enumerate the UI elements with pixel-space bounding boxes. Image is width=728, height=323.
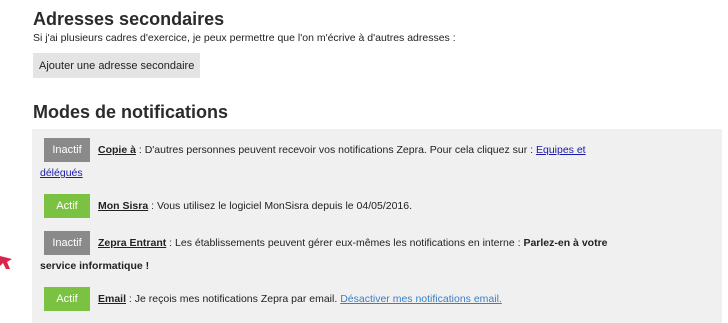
notification-description: : D'autres personnes peuvent recevoir vo… bbox=[135, 144, 536, 156]
status-badge[interactable]: Inactif bbox=[44, 138, 90, 163]
notifications-title: Modes de notifications bbox=[33, 102, 229, 122]
add-secondary-address-button[interactable]: Ajouter une adresse secondaire bbox=[33, 53, 201, 78]
arrow-icon bbox=[0, 256, 12, 269]
notification-name-email[interactable]: Email bbox=[98, 293, 126, 305]
status-badge[interactable]: Actif bbox=[44, 194, 90, 219]
notifications-section: Modes de notifications bbox=[33, 101, 723, 123]
notification-emphasis: Parlez-en à votre bbox=[523, 237, 608, 249]
notification-row-zepra-entrant: Inactif Zepra Entrant : Les établissement… bbox=[32, 230, 722, 275]
secondary-addresses-subtitle: Si j'ai plusieurs cadres d'exercice, je … bbox=[33, 32, 456, 44]
secondary-addresses-title: Adresses secondaires bbox=[33, 9, 225, 29]
status-badge[interactable]: Actif bbox=[44, 287, 90, 312]
status-badge[interactable]: Inactif bbox=[44, 231, 90, 256]
notifications-panel: Inactif Copie à : D'autres personnes peuv… bbox=[32, 129, 722, 323]
notification-name-zepra-entrant[interactable]: Zepra Entrant bbox=[98, 237, 166, 249]
notification-row-copie: Inactif Copie à : D'autres personnes peuv… bbox=[32, 137, 722, 182]
equipes-delegues-link-continued[interactable]: délégués bbox=[40, 167, 83, 179]
notification-name-copie[interactable]: Copie à bbox=[98, 144, 136, 156]
equipes-delegues-link[interactable]: Equipes et bbox=[536, 144, 586, 156]
notification-name-monsisra[interactable]: Mon Sisra bbox=[98, 200, 148, 212]
disable-email-notifications-link[interactable]: Désactiver mes notifications email. bbox=[340, 293, 502, 305]
secondary-addresses-section: Adresses secondaires Si j'ai plusieurs c… bbox=[33, 8, 723, 78]
notification-description: : Vous utilisez le logiciel MonSisra dep… bbox=[148, 200, 413, 212]
notification-row-email: Actif Email : Je reçois mes notifications… bbox=[32, 286, 722, 313]
notification-emphasis-continued: service informatique ! bbox=[40, 260, 150, 272]
notification-description: : Les établissements peuvent gérer eux-m… bbox=[166, 237, 524, 249]
notification-row-monsisra: Actif Mon Sisra : Vous utilisez le logici… bbox=[32, 193, 722, 220]
notification-description: : Je reçois mes notifications Zepra par … bbox=[126, 293, 341, 305]
